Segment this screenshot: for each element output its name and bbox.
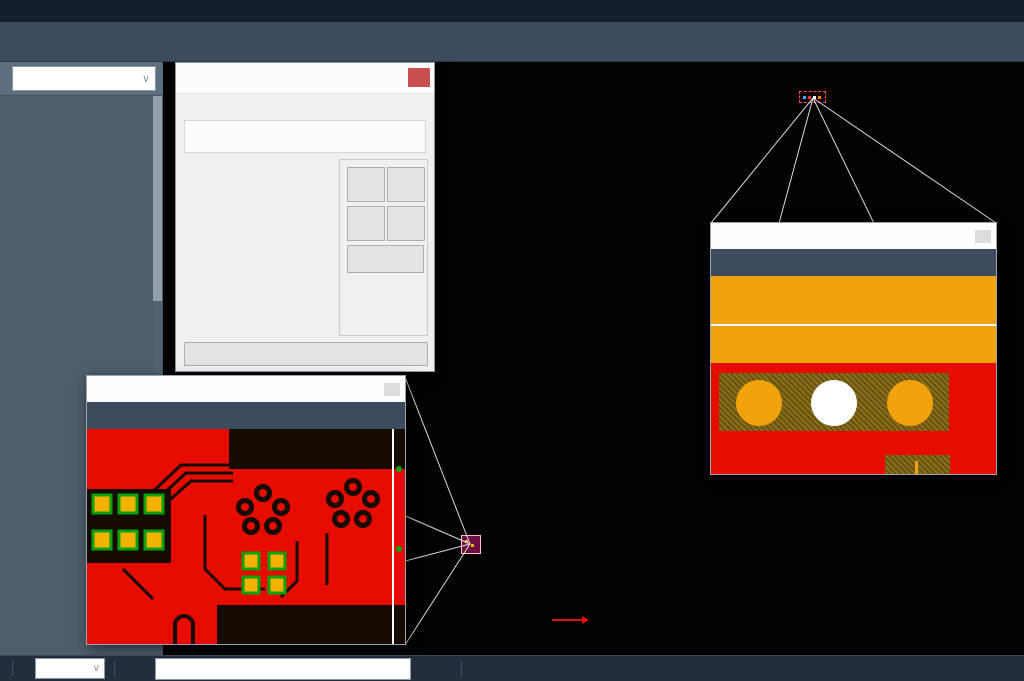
close-button[interactable]: [184, 342, 428, 366]
panel-rail-band: [711, 326, 996, 363]
cam-viewer-app: { "menu": {"items": [{"label":"File"},{"…: [0, 0, 1024, 680]
tooling-hole-drill: [811, 380, 857, 426]
relative-origin-icon[interactable]: [124, 659, 143, 678]
command-input[interactable]: [155, 658, 411, 680]
menu-bar: [0, 0, 1024, 22]
pad-detail: [915, 461, 918, 474]
chevron-down-icon: ∨: [93, 663, 100, 674]
magnifier-window-1[interactable]: [86, 375, 406, 645]
magnifier-1-title-bar[interactable]: [87, 376, 405, 402]
refresh-check-icon[interactable]: [433, 659, 452, 678]
step-row: ∨: [0, 62, 163, 96]
magnifier-1-view[interactable]: [87, 429, 405, 644]
magnifier-2-toolbar: [711, 249, 996, 276]
magnifier-source-marker-1: [461, 535, 481, 554]
dialog-title-bar[interactable]: [176, 63, 434, 94]
close-icon[interactable]: [408, 68, 430, 87]
tooling-hole-pad: [887, 380, 933, 426]
reset-button[interactable]: [347, 245, 424, 273]
window-button-icon[interactable]: [384, 383, 400, 396]
magnifier-window-2[interactable]: [710, 222, 997, 475]
mirror-vertical-button[interactable]: [387, 206, 425, 241]
magnifier-2-title-bar[interactable]: [711, 223, 996, 249]
separator: [12, 661, 13, 676]
transform-panel: [339, 159, 428, 336]
status-bar: ∨: [0, 655, 1024, 681]
magnified-pcb-detail: [87, 429, 405, 644]
separator: [114, 661, 115, 676]
panel-direction-arrow: [552, 619, 582, 621]
rotate-cw-button[interactable]: [347, 167, 385, 202]
main-toolbar: [0, 22, 1024, 62]
magnifier-1-toolbar: [87, 402, 405, 429]
magnifier-2-view[interactable]: [711, 276, 996, 474]
panel-rail-band: [711, 276, 996, 324]
rotate-ccw-button[interactable]: [387, 167, 425, 202]
fill-mode-radio-group: [184, 120, 426, 153]
graphic-options-dialog: [175, 62, 435, 372]
step-select[interactable]: ∨: [12, 66, 156, 91]
magnifier-source-marker-2: [799, 91, 826, 103]
chevron-down-icon: ∨: [142, 72, 150, 85]
separator: [461, 661, 462, 676]
mirror-horizontal-button[interactable]: [347, 206, 385, 241]
window-button-icon[interactable]: [975, 230, 991, 243]
unit-select[interactable]: ∨: [35, 658, 105, 679]
tooling-hole-pad: [736, 380, 782, 426]
